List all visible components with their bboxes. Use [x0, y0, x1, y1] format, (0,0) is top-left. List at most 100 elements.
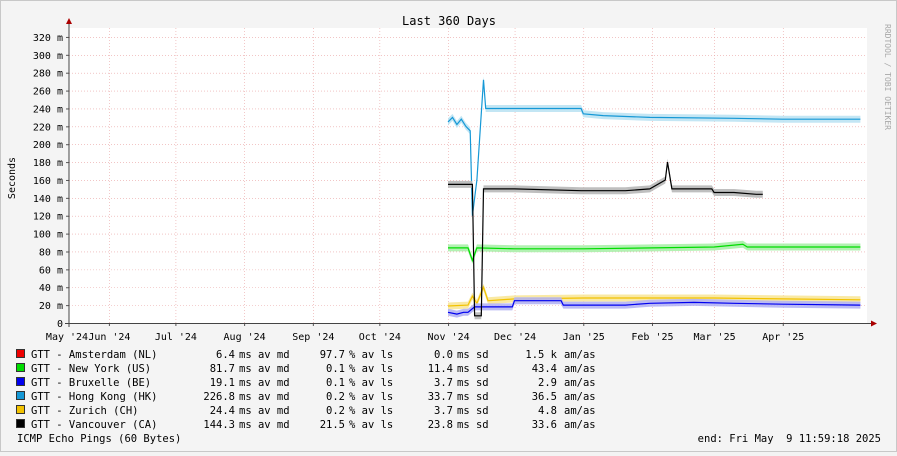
legend-name: GTT - Amsterdam (NL): [31, 349, 157, 361]
y-axis-arrow: [66, 18, 72, 24]
legend-row: GTT - Zurich (CH) 24.4 ms av md 0.2 % av ls 3…: [16, 405, 596, 417]
watermark: RRDTOOL / TOBI OETIKER: [883, 24, 892, 130]
legend-amas-unit: am/as: [564, 405, 596, 417]
legend-name: GTT - Vancouver (CA): [31, 419, 157, 431]
legend-loss: 0.1: [326, 377, 345, 389]
legend-avg-unit: ms av md: [239, 363, 290, 375]
legend-amas: 4.8: [538, 405, 557, 417]
legend-loss-unit: % av ls: [349, 405, 393, 417]
legend-amas-unit: am/as: [564, 391, 596, 403]
end-time: end: Fri May 9 11:59:18 2025: [698, 433, 881, 445]
legend-avg-unit: ms av md: [239, 349, 290, 361]
y-tick-label: 180 m: [33, 158, 63, 169]
legend-amas: 43.4: [532, 363, 557, 375]
legend-sd-unit: ms sd: [457, 419, 489, 431]
y-tick-label: 260 m: [33, 87, 63, 98]
legend-swatch: [16, 349, 25, 358]
legend-avg: 81.7: [210, 363, 235, 375]
legend-amas-unit: am/as: [564, 363, 596, 375]
legend-swatch: [16, 391, 25, 400]
y-axis-label: Seconds: [7, 157, 18, 199]
legend-name: GTT - Hong Kong (HK): [31, 391, 157, 403]
legend-amas: 33.6: [532, 419, 557, 431]
x-tick-label: Nov '24: [427, 332, 469, 343]
probe-info: ICMP Echo Pings (60 Bytes): [17, 433, 181, 445]
legend-avg: 24.4: [210, 405, 235, 417]
y-tick-label: 140 m: [33, 194, 63, 205]
legend-loss-unit: % av ls: [349, 377, 393, 389]
legend-amas: 36.5: [532, 391, 557, 403]
legend-amas-unit: am/as: [564, 377, 596, 389]
legend-avg-unit: ms av md: [239, 377, 290, 389]
y-tick-label: 0: [57, 319, 63, 330]
x-tick-label: Oct '24: [359, 332, 401, 343]
legend-swatch: [16, 405, 25, 414]
x-tick-label: Jan '25: [563, 332, 605, 343]
legend-sd: 3.7: [434, 377, 453, 389]
legend-swatch: [16, 363, 25, 372]
legend-loss-unit: % av ls: [349, 419, 393, 431]
legend-sd-unit: ms sd: [457, 377, 489, 389]
x-axis: May '24 Jun '24 Jul '24 Aug '24 Sep '24 Oct '…: [46, 323, 804, 343]
y-tick-label: 220 m: [33, 122, 63, 133]
legend-row: GTT - Bruxelle (BE) 19.1 ms av md 0.1 % av l…: [16, 377, 596, 389]
legend-sd: 11.4: [428, 363, 453, 375]
legend-row: GTT - Amsterdam (NL) 6.4 ms av md 97.7 % av …: [16, 349, 596, 361]
chart-title: Last 360 Days: [402, 14, 496, 28]
y-tick-label: 200 m: [33, 140, 63, 151]
y-axis: 0 20 m 40 m 60 m 80 m 100 m 120 m 140 m 160 m 180…: [33, 33, 69, 330]
x-tick-label: Mar '25: [693, 332, 735, 343]
legend-loss: 0.2: [326, 391, 345, 403]
x-tick-label: Dec '24: [494, 332, 536, 343]
y-tick-label: 100 m: [33, 230, 63, 241]
y-tick-label: 280 m: [33, 69, 63, 80]
x-tick-label: May '24: [46, 332, 88, 343]
legend-avg: 144.3: [203, 419, 235, 431]
graph-frame: Last 360 Days Seconds RRDTOOL / TOBI OET…: [0, 0, 897, 452]
y-tick-label: 80 m: [39, 247, 63, 258]
y-tick-label: 120 m: [33, 212, 63, 223]
legend-sd: 3.7: [434, 405, 453, 417]
legend-swatch: [16, 419, 25, 428]
legend-sd-unit: ms sd: [457, 405, 489, 417]
plot-area: [69, 28, 867, 323]
y-tick-label: 20 m: [39, 301, 63, 312]
legend-avg-unit: ms av md: [239, 419, 290, 431]
legend-avg: 6.4: [216, 349, 235, 361]
ping-graph: Last 360 Days Seconds RRDTOOL / TOBI OET…: [7, 14, 892, 445]
y-tick-label: 40 m: [39, 283, 63, 294]
legend-name: GTT - Zurich (CH): [31, 405, 138, 417]
legend-amas: 2.9: [538, 377, 557, 389]
legend-row: GTT - New York (US) 81.7 ms av md 0.1 % av l…: [16, 363, 596, 375]
legend-avg-unit: ms av md: [239, 391, 290, 403]
x-axis-arrow: [871, 320, 877, 327]
x-tick-label: Feb '25: [631, 332, 673, 343]
y-tick-label: 60 m: [39, 265, 63, 276]
y-tick-label: 160 m: [33, 176, 63, 187]
x-tick-label: Jun '24: [88, 332, 130, 343]
x-tick-label: Jul '24: [155, 332, 197, 343]
legend-loss: 0.2: [326, 405, 345, 417]
legend-row: GTT - Hong Kong (HK) 226.8 ms av md 0.2 % av…: [16, 391, 596, 403]
legend-avg: 226.8: [203, 391, 235, 403]
legend-loss: 97.7: [320, 349, 345, 361]
legend-amas-unit: am/as: [564, 419, 596, 431]
y-tick-label: 240 m: [33, 104, 63, 115]
legend-amas: 1.5 k: [525, 349, 557, 361]
x-tick-label: Sep '24: [292, 332, 334, 343]
legend-swatch: [16, 377, 25, 386]
legend-sd-unit: ms sd: [457, 363, 489, 375]
x-tick-label: Apr '25: [762, 332, 804, 343]
legend-row: GTT - Vancouver (CA) 144.3 ms av md 21.5 % a…: [16, 419, 596, 431]
legend-avg: 19.1: [210, 377, 235, 389]
legend-avg-unit: ms av md: [239, 405, 290, 417]
legend-sd: 23.8: [428, 419, 453, 431]
legend-loss-unit: % av ls: [349, 349, 393, 361]
legend-sd-unit: ms sd: [457, 391, 489, 403]
x-tick-label: Aug '24: [224, 332, 266, 343]
legend-sd-unit: ms sd: [457, 349, 489, 361]
legend-loss-unit: % av ls: [349, 391, 393, 403]
legend-sd: 33.7: [428, 391, 453, 403]
legend-name: GTT - New York (US): [31, 363, 151, 375]
legend-amas-unit: am/as: [564, 349, 596, 361]
